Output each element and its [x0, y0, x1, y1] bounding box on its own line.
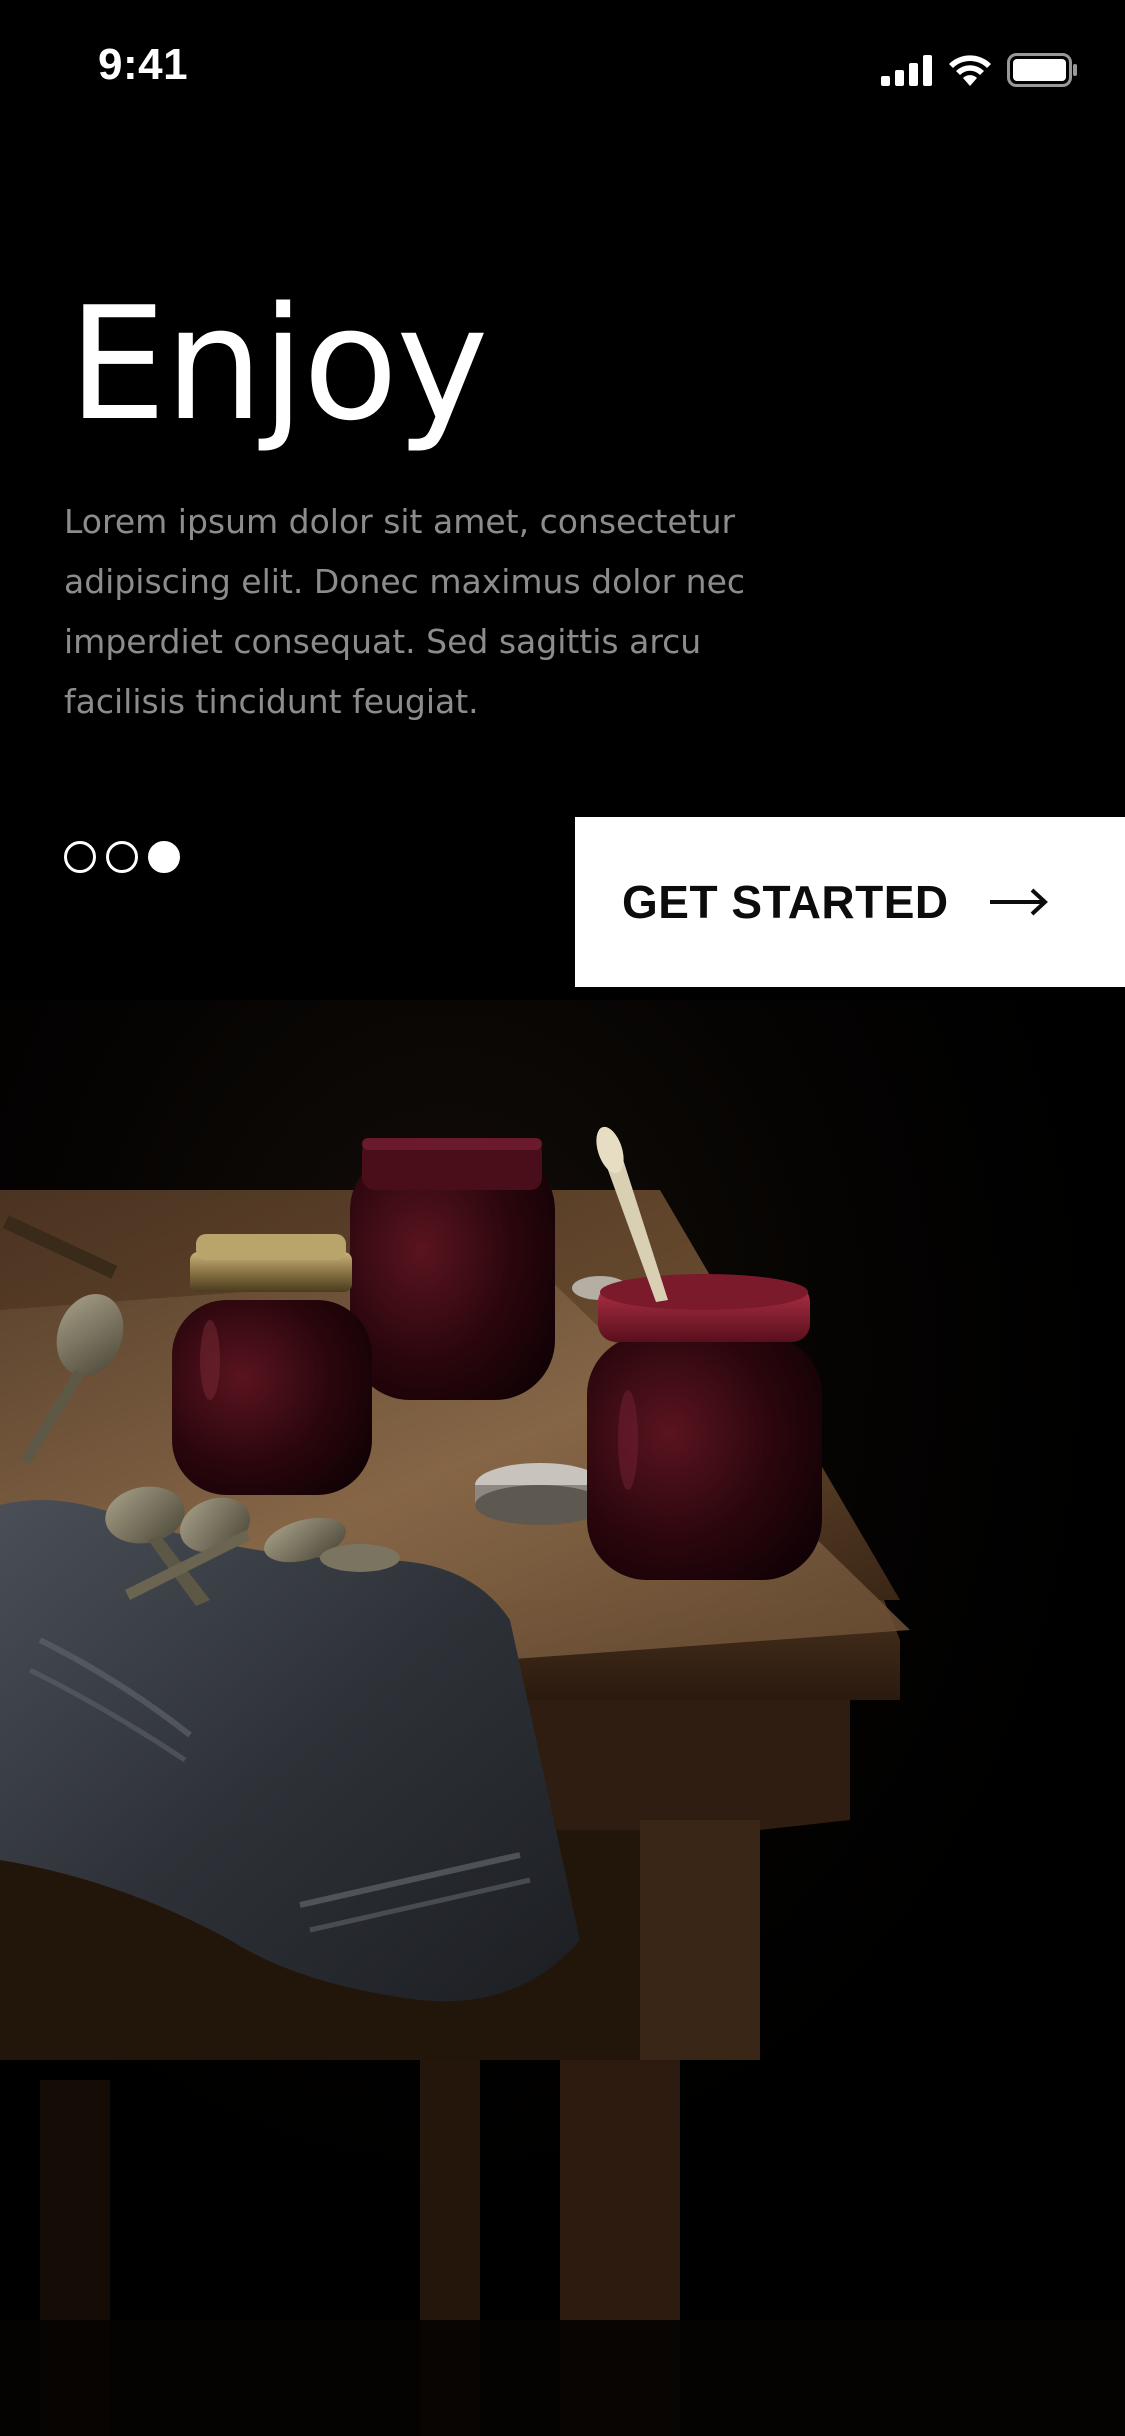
hero-description-line: facilisis tincidunt feugiat.	[64, 682, 479, 721]
jam-jars-photo	[0, 1000, 1125, 2436]
hero-title: Enjoy	[68, 273, 489, 455]
get-started-button[interactable]: GET STARTED	[575, 817, 1125, 987]
hero-description-line: imperdiet consequat. Sed sagittis arcu	[64, 622, 702, 661]
page-indicator	[64, 841, 180, 873]
hero-description-line: Lorem ipsum dolor sit amet, consectetur	[64, 502, 736, 541]
wifi-icon	[947, 53, 993, 87]
status-icons	[881, 50, 1079, 90]
onboarding-screen: 9:41 Enjoy Lorem ipsum dolor sit amet, c…	[0, 0, 1125, 2436]
jam-jar-left	[172, 1234, 372, 1495]
page-dot-3-active[interactable]	[148, 841, 180, 873]
battery-icon	[1007, 53, 1079, 87]
cellular-signal-icon	[881, 54, 933, 86]
page-dot-2[interactable]	[106, 841, 138, 873]
page-dot-1[interactable]	[64, 841, 96, 873]
hero-description: Lorem ipsum dolor sit amet, consectetur …	[64, 492, 824, 732]
hero-description-line: adipiscing elit. Donec maximus dolor nec	[64, 562, 746, 601]
status-time: 9:41	[98, 40, 189, 89]
arrow-right-icon	[990, 884, 1048, 925]
jam-jar-back	[350, 1138, 555, 1400]
status-bar: 9:41	[0, 0, 1125, 132]
get-started-label: GET STARTED	[622, 876, 949, 928]
